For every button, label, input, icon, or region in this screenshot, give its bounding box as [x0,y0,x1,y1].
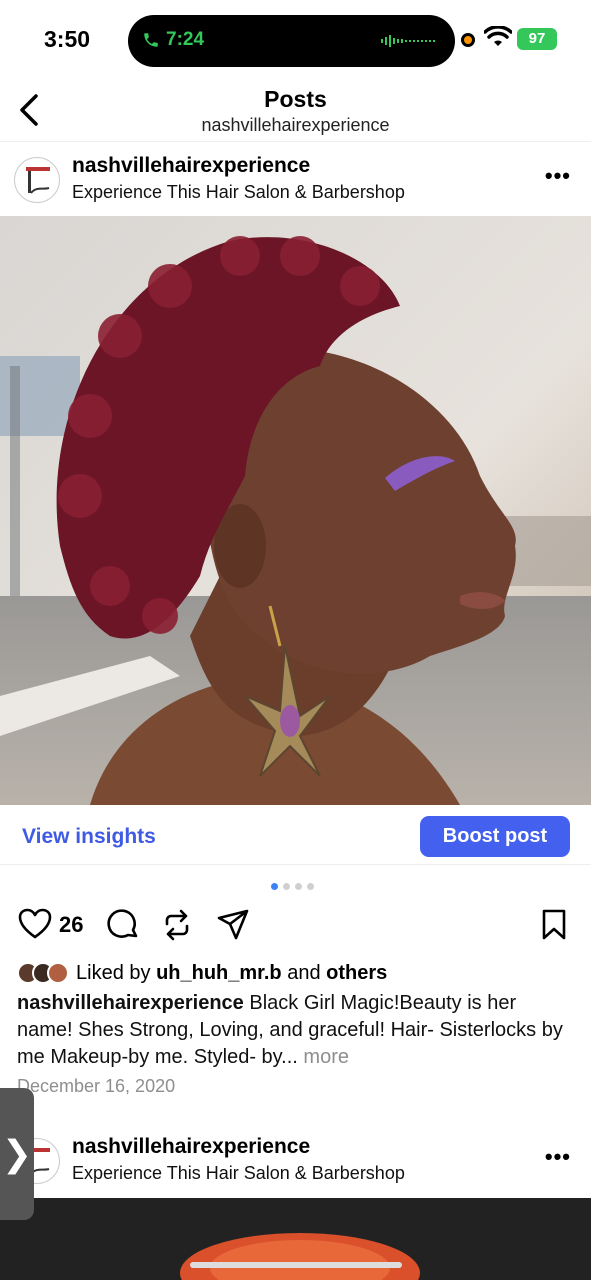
liked-by-others[interactable]: others [326,962,387,984]
caption-username[interactable]: nashvillehairexperience [17,992,244,1014]
wifi-icon [484,26,512,46]
status-bar: 3:50 7:24 97 [0,0,591,80]
more-options-icon[interactable]: ••• [545,163,571,189]
page-title: Posts [264,86,327,112]
battery-indicator: 97 [517,28,557,50]
recording-dot-icon [461,33,475,47]
post-header: nashvillehairexperience Experience This … [0,143,591,213]
comment-icon[interactable] [106,908,140,942]
side-panel-tab[interactable]: ❯ [0,1088,34,1220]
like-count[interactable]: 26 [59,912,83,938]
bookmark-icon[interactable] [540,908,568,942]
carousel-indicator [271,883,314,890]
share-icon[interactable] [216,908,250,942]
next-post-header: nashvillehairexperience Experience This … [0,1124,591,1194]
post-caption: nashvillehairexperience Black Girl Magic… [17,990,577,1071]
liked-by-text: Liked by uh_huh_mr.b and others [76,961,388,984]
posts-header: Posts nashvillehairexperience [0,80,591,142]
dynamic-island[interactable]: 7:24 [128,15,455,67]
avatar[interactable] [14,157,60,203]
view-insights-link[interactable]: View insights [22,825,156,849]
post-username[interactable]: nashvillehairexperience [72,154,310,178]
caption-more-link[interactable]: more [303,1046,349,1068]
audio-wave-icon [381,35,435,47]
portrait-image [0,216,591,805]
post-location[interactable]: Experience This Hair Salon & Barbershop [72,1163,405,1184]
post-date: December 16, 2020 [17,1076,176,1096]
phone-icon [144,33,158,47]
carousel-dot [295,883,302,890]
more-options-icon[interactable]: ••• [545,1144,571,1170]
heart-icon[interactable] [18,908,52,940]
action-row: 26 [0,900,591,950]
home-indicator[interactable] [190,1262,402,1268]
post-photo[interactable] [0,216,591,805]
liker-avatar [47,962,69,984]
insights-bar: View insights Boost post [0,805,591,865]
page-subtitle[interactable]: nashvillehairexperience [0,115,591,136]
liked-by-row[interactable]: Liked by uh_huh_mr.b and others [17,960,387,986]
carousel-dot-active [271,883,278,890]
liked-by-user[interactable]: uh_huh_mr.b [156,962,282,984]
carousel-dot [283,883,290,890]
call-time: 7:24 [166,29,205,50]
boost-post-button[interactable]: Boost post [420,816,570,857]
repost-icon[interactable] [162,908,192,942]
salon-logo-icon [26,167,50,194]
carousel-dot [307,883,314,890]
post-location[interactable]: Experience This Hair Salon & Barbershop [72,182,405,203]
post-username[interactable]: nashvillehairexperience [72,1135,310,1159]
call-indicator: 7:24 [142,29,204,51]
status-time: 3:50 [44,26,91,52]
